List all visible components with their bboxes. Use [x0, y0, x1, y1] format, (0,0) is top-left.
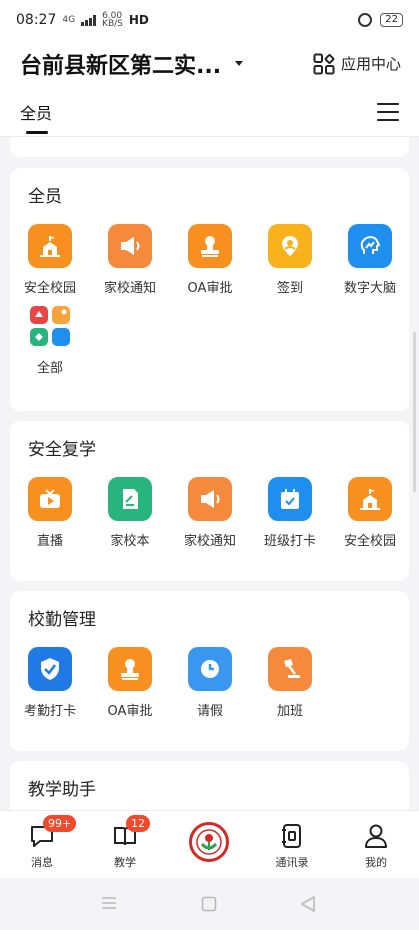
notebook-icon — [108, 477, 152, 521]
bottom-nav: 99+ 消息 12 教学 通讯录 我的 — [0, 810, 419, 878]
app-label: 加班 — [276, 704, 303, 719]
all-apps-icon — [28, 304, 72, 348]
app-label: 安全校园 — [23, 281, 76, 296]
app-label: 班级打卡 — [263, 534, 316, 549]
app-label: 家校本 — [110, 534, 150, 549]
app-label: 请假 — [196, 704, 223, 719]
app-label: 安全校园 — [343, 534, 396, 549]
app-safe-campus-2[interactable]: 安全校园 — [330, 477, 410, 549]
section-safe-return: 安全复学 直播 家校本 家校通知 班级打卡 安全校园 — [10, 421, 409, 581]
clock-icon — [188, 647, 232, 691]
school-selector[interactable]: 台前县新区第二实... — [20, 48, 221, 80]
app-live[interactable]: 直播 — [10, 477, 90, 549]
app-label: OA审批 — [187, 281, 233, 296]
app-grid-icon — [313, 53, 335, 74]
megaphone-icon — [188, 477, 232, 521]
alarm-icon — [358, 13, 373, 27]
status-left: 08:27 4G 6.00 KB/S HD — [16, 12, 149, 29]
contacts-icon — [277, 821, 307, 851]
chevron-down-icon[interactable] — [235, 61, 244, 66]
school-logo-icon[interactable] — [189, 822, 229, 862]
tab-bar: 全员 — [0, 87, 419, 137]
network-type-label: 4G — [62, 15, 76, 25]
previous-section-card — [10, 137, 409, 157]
status-time: 08:27 — [16, 12, 57, 28]
unread-badge: 12 — [126, 815, 150, 832]
app-label: 考勤打卡 — [23, 704, 76, 719]
app-label: 签到 — [276, 281, 303, 296]
section-teaching-assistant: 教学助手 — [10, 761, 409, 810]
section-attendance-management: 校勤管理 考勤打卡 OA审批 请假 加班 — [10, 591, 409, 751]
app-safe-campus[interactable]: 安全校园 — [10, 224, 90, 296]
school-building-icon — [348, 477, 392, 521]
calendar-check-icon — [268, 477, 312, 521]
nav-messages[interactable]: 99+ 消息 — [7, 815, 77, 870]
megaphone-icon — [108, 224, 152, 268]
message-icon: 99+ — [27, 815, 77, 851]
app-center-button[interactable]: 应用中心 — [313, 53, 401, 75]
app-sections-scroll[interactable]: 全员 安全校园 家校通知 OA审批 签到 数字大脑 全部 安全复学 直播 家校本… — [0, 137, 419, 810]
shield-check-icon — [28, 647, 72, 691]
app-center-label: 应用中心 — [340, 55, 401, 73]
nav-label: 教学 — [114, 856, 136, 869]
section-title: 全员 — [28, 187, 62, 207]
app-sign-in[interactable]: 签到 — [250, 224, 330, 296]
status-right: 22 — [358, 13, 403, 27]
section-title: 校勤管理 — [28, 610, 96, 630]
stamp-icon — [188, 224, 232, 268]
net-speed: 6.00 KB/S — [102, 12, 123, 29]
net-speed-unit: KB/S — [102, 19, 123, 29]
live-tv-icon — [28, 477, 72, 521]
brain-chart-icon — [348, 224, 392, 268]
app-oa-approval[interactable]: OA审批 — [170, 224, 250, 296]
app-home-school-book[interactable]: 家校本 — [90, 477, 170, 549]
app-all[interactable]: 全部 — [10, 304, 90, 376]
system-nav-bar — [0, 878, 419, 930]
nav-label: 消息 — [31, 856, 53, 869]
back-icon[interactable] — [300, 895, 316, 913]
status-bar: 08:27 4G 6.00 KB/S HD 22 — [0, 0, 419, 40]
app-home-school-notice-2[interactable]: 家校通知 — [170, 477, 250, 549]
battery-icon: 22 — [380, 13, 403, 27]
recent-apps-icon[interactable] — [101, 896, 117, 910]
app-attendance-punch[interactable]: 考勤打卡 — [10, 647, 90, 719]
stamp-icon — [108, 647, 152, 691]
app-label: 家校通知 — [183, 534, 236, 549]
nav-label: 通讯录 — [275, 856, 309, 869]
app-header: 台前县新区第二实... 应用中心 — [0, 40, 419, 87]
app-home-school-notice[interactable]: 家校通知 — [90, 224, 170, 296]
home-icon[interactable] — [201, 896, 217, 912]
app-label: 直播 — [36, 534, 63, 549]
profile-icon — [361, 821, 391, 851]
section-title: 教学助手 — [28, 780, 96, 800]
signal-icon — [81, 14, 97, 26]
tab-all-members[interactable]: 全员 — [20, 100, 52, 134]
app-overtime[interactable]: 加班 — [250, 647, 330, 719]
section-title: 安全复学 — [28, 440, 96, 460]
app-digital-brain[interactable]: 数字大脑 — [330, 224, 410, 296]
app-label: 全部 — [36, 361, 63, 376]
hamburger-menu-icon[interactable] — [377, 102, 399, 121]
app-label: OA审批 — [107, 704, 153, 719]
school-building-icon — [28, 224, 72, 268]
book-icon: 12 — [110, 815, 150, 851]
app-leave-request[interactable]: 请假 — [170, 647, 250, 719]
app-label: 家校通知 — [103, 281, 156, 296]
app-class-check-in[interactable]: 班级打卡 — [250, 477, 330, 549]
app-label: 数字大脑 — [343, 281, 396, 296]
hd-indicator: HD — [128, 13, 149, 27]
section-all-members: 全员 安全校园 家校通知 OA审批 签到 数字大脑 全部 — [10, 168, 409, 411]
network-type: 4G — [62, 15, 76, 25]
desk-lamp-icon — [268, 647, 312, 691]
nav-profile[interactable]: 我的 — [341, 821, 411, 870]
battery-level: 22 — [385, 14, 398, 25]
location-pin-icon — [268, 224, 312, 268]
unread-badge: 99+ — [43, 815, 77, 832]
nav-teaching[interactable]: 12 教学 — [90, 815, 160, 870]
nav-contacts[interactable]: 通讯录 — [257, 821, 327, 870]
scrollbar[interactable] — [413, 332, 416, 492]
app-oa-approval-2[interactable]: OA审批 — [90, 647, 170, 719]
nav-label: 我的 — [365, 856, 387, 869]
